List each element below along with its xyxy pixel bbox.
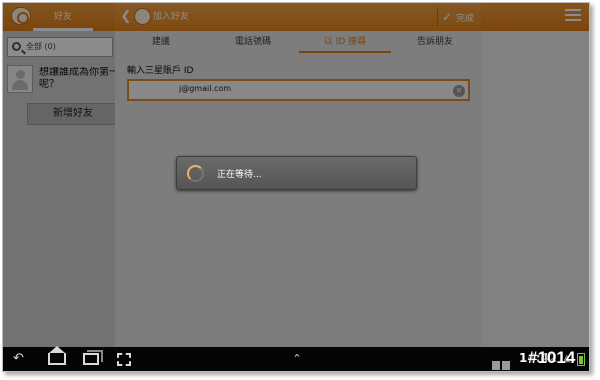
progress-dialog: 正在等待... [176,156,417,190]
progress-message: 正在等待... [217,170,262,180]
battery-icon [577,353,585,366]
notification-icons [492,355,516,370]
home-icon[interactable] [48,346,66,365]
recent-apps-icon[interactable] [83,350,103,365]
screenshot-icon[interactable] [117,353,131,366]
nav-back-icon[interactable]: ↶ [13,352,31,366]
watermark: #1014 [528,348,576,367]
spinner-icon [187,165,204,182]
up-arrow-icon[interactable]: ⌃ [290,353,304,365]
app-window: 好友 ❮ 加入好友 ✓ 完成 全部 (0) 想讓誰成為你第一 呢？ 新增好友 建議 [2,2,590,372]
system-navigation-bar: ↶ ⌃ 14:42 ▲ [3,346,589,371]
